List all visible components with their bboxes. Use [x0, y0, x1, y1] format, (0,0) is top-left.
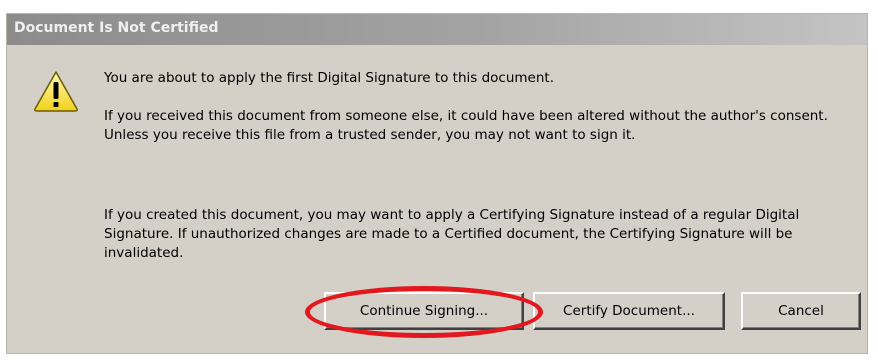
message-altered-warning: If you received this document from someo…	[104, 108, 828, 143]
continue-signing-button[interactable]: Continue Signing...	[324, 292, 524, 330]
dialog-title: Document Is Not Certified	[14, 20, 219, 36]
message-certifying-suggestion: If you created this document, you may wa…	[104, 207, 800, 261]
certify-document-button[interactable]: Certify Document...	[533, 292, 725, 330]
dialog-titlebar[interactable]: Document Is Not Certified	[7, 14, 867, 45]
message-first-signature: You are about to apply the first Digital…	[104, 70, 554, 86]
warning-triangle-icon	[34, 71, 78, 112]
certification-dialog: Document Is Not Certified You are about …	[6, 13, 868, 354]
cancel-button[interactable]: Cancel	[741, 292, 861, 330]
